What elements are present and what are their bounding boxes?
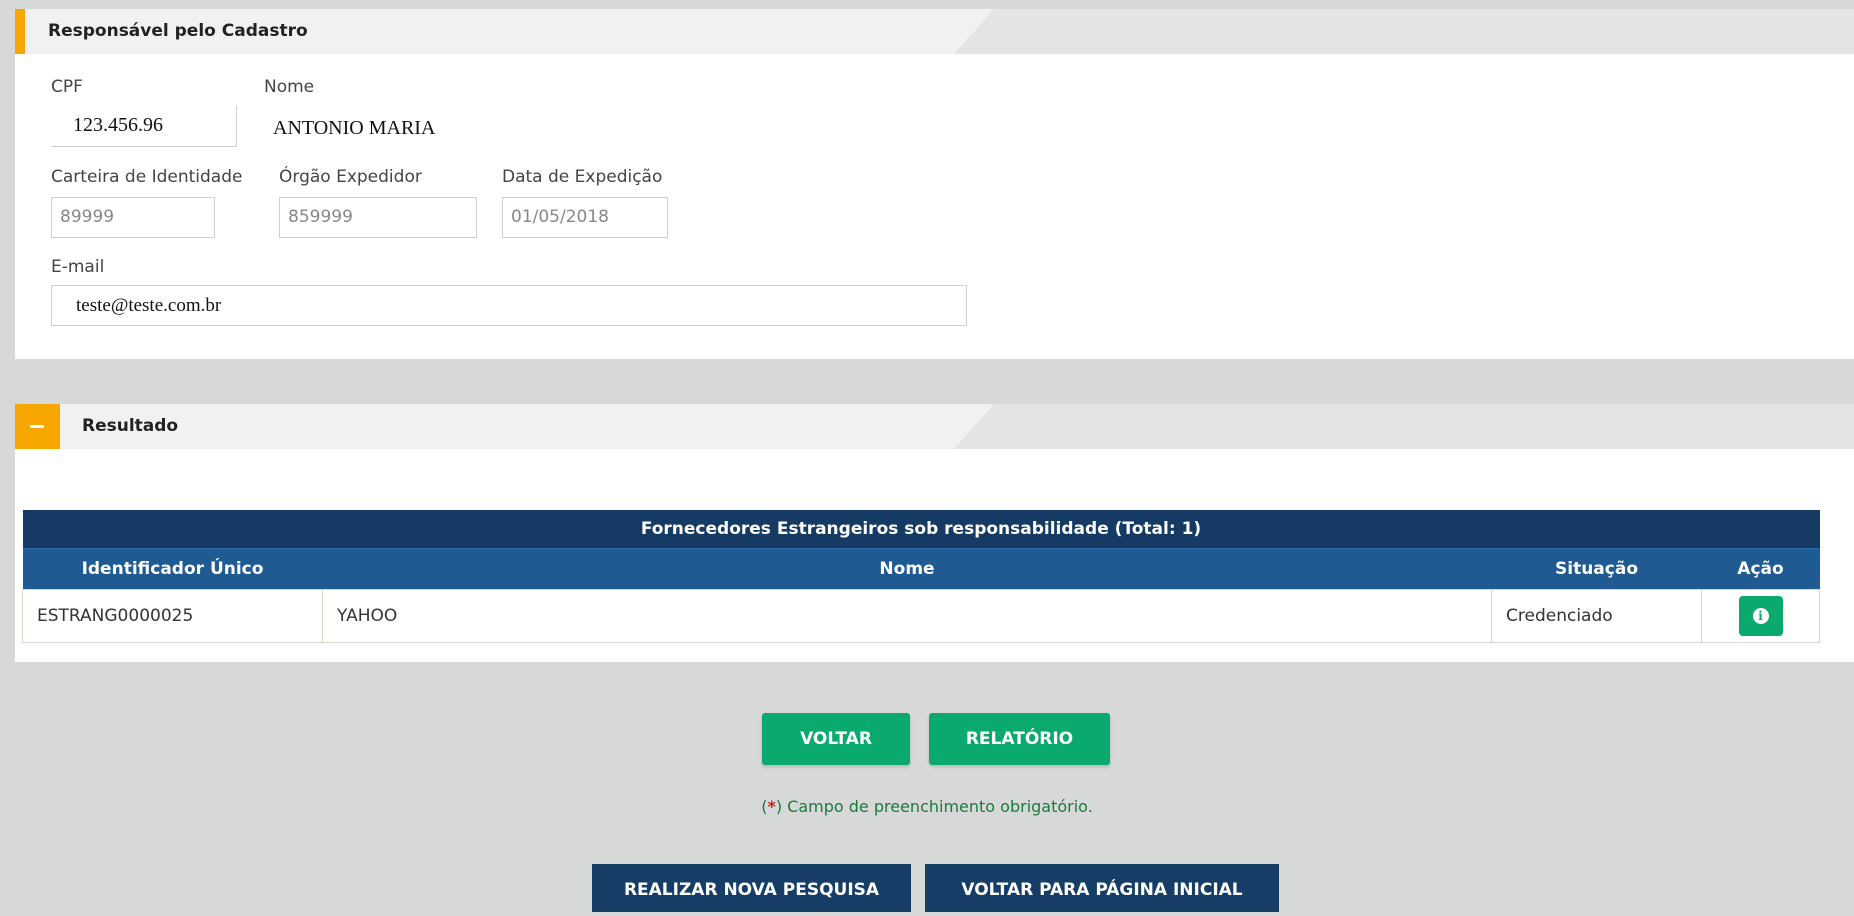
header-decoration [954, 9, 1854, 54]
data-expedicao-field[interactable]: 01/05/2018 [502, 197, 668, 238]
responsavel-panel: Responsável pelo Cadastro CPF 123.456.96… [15, 9, 1854, 359]
info-button[interactable]: i [1738, 596, 1783, 636]
required-note: (*) Campo de preenchimento obrigatório. [0, 797, 1854, 816]
required-star: * [767, 797, 776, 816]
voltar-button[interactable]: VOLTAR [762, 713, 910, 765]
collapse-toggle[interactable] [15, 404, 60, 449]
header-decoration [954, 404, 1854, 449]
cell-situacao: Credenciado [1491, 589, 1702, 643]
nova-pesquisa-button[interactable]: REALIZAR NOVA PESQUISA [592, 864, 911, 912]
col-nome: Nome [322, 548, 1492, 590]
responsavel-title: Responsável pelo Cadastro [48, 21, 308, 41]
email-label: E-mail [51, 257, 105, 277]
fornecedores-table: Fornecedores Estrangeiros sob responsabi… [22, 510, 1820, 643]
nome-label: Nome [264, 77, 315, 97]
orgao-label: Órgão Expedidor [279, 167, 422, 187]
nome-value: ANTONIO MARIA [273, 117, 436, 139]
relatorio-button[interactable]: RELATÓRIO [929, 713, 1110, 765]
info-icon: i [1752, 608, 1769, 624]
note-text: ) Campo de preenchimento obrigatório. [775, 797, 1093, 816]
header-accent [15, 9, 25, 54]
pagina-inicial-button[interactable]: VOLTAR PARA PÁGINA INICIAL [925, 864, 1279, 912]
col-acao: Ação [1701, 548, 1820, 590]
minus-icon [30, 425, 44, 428]
table-caption: Fornecedores Estrangeiros sob responsabi… [22, 510, 1820, 549]
cell-nome: YAHOO [322, 589, 1492, 643]
cell-acao: i [1701, 589, 1820, 643]
col-situacao: Situação [1491, 548, 1702, 590]
col-identificador: Identificador Único [22, 548, 323, 590]
email-field[interactable]: teste@teste.com.br [51, 285, 967, 326]
orgao-field[interactable]: 859999 [279, 197, 477, 238]
cpf-field[interactable]: 123.456.96 [51, 106, 237, 147]
cpf-label: CPF [51, 77, 83, 97]
cell-identificador: ESTRANG0000025 [22, 589, 323, 643]
data-expedicao-label: Data de Expedição [502, 167, 663, 187]
responsavel-header: Responsável pelo Cadastro [15, 9, 1854, 54]
table-row: ESTRANG0000025 YAHOO Credenciado i [22, 589, 1820, 643]
resultado-header: Resultado [15, 404, 1854, 449]
resultado-title: Resultado [82, 416, 179, 436]
identidade-field[interactable]: 89999 [51, 197, 215, 238]
identidade-label: Carteira de Identidade [51, 167, 243, 187]
